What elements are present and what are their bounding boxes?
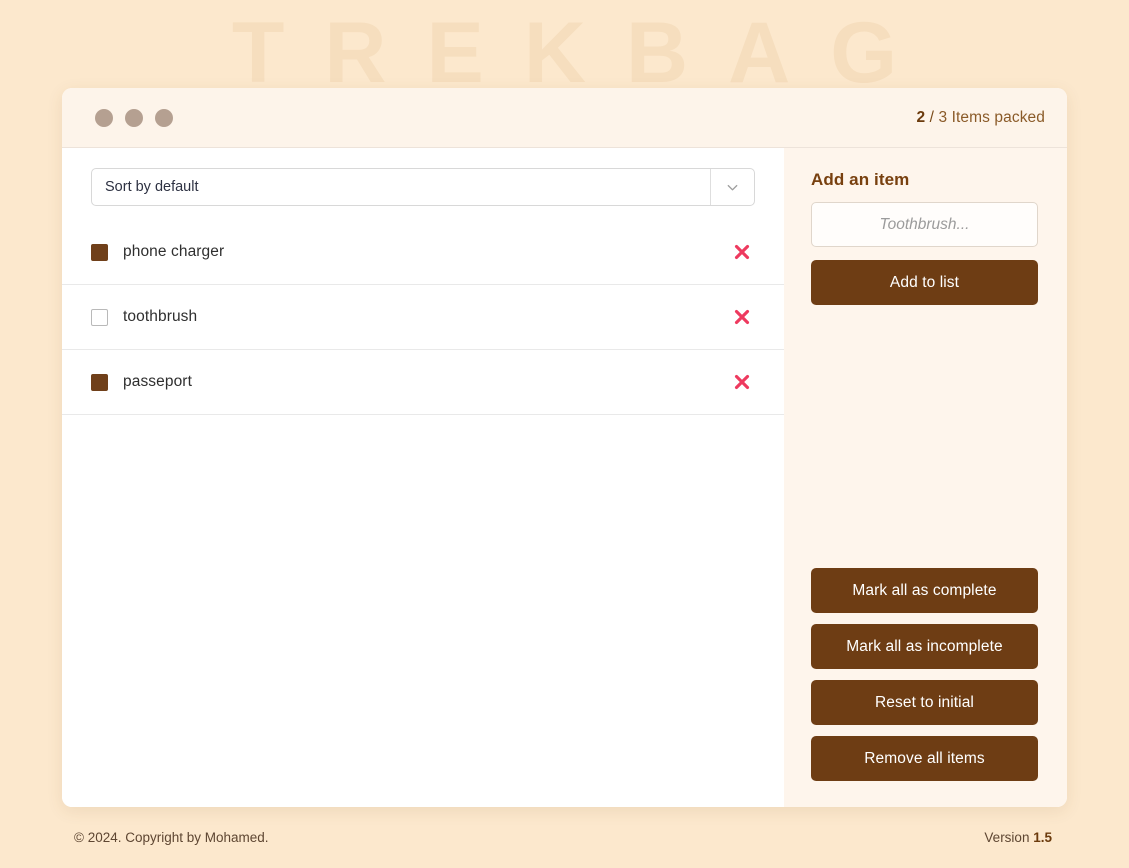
delete-item-button[interactable] <box>729 369 755 395</box>
table-row: phone charger <box>62 220 784 285</box>
total-count-label: 3 Items packed <box>938 108 1045 126</box>
packed-count: 2 <box>916 108 926 126</box>
item-checkbox[interactable] <box>91 308 108 326</box>
close-x-icon <box>734 244 750 260</box>
page-footer: © 2024. Copyright by Mohamed. Version 1.… <box>62 807 1067 868</box>
sidebar: Add an item Add to list Mark all as comp… <box>784 148 1067 807</box>
sort-select-arrow-wrap <box>710 169 754 205</box>
table-row: toothbrush <box>62 285 784 350</box>
item-toggle[interactable]: passeport <box>91 373 192 391</box>
window-controls <box>95 108 173 127</box>
window-dot-3[interactable] <box>155 108 173 127</box>
app-body: Sort by default phone charger toothbrush… <box>62 148 1067 807</box>
add-to-list-button[interactable]: Add to list <box>811 260 1038 305</box>
mark-all-incomplete-button[interactable]: Mark all as incomplete <box>811 624 1038 669</box>
version-label: Version <box>984 830 1030 845</box>
copyright-text: © 2024. Copyright by Mohamed. <box>74 830 269 845</box>
sort-select-value: Sort by default <box>105 179 199 195</box>
window-dot-2[interactable] <box>125 108 143 127</box>
delete-item-button[interactable] <box>729 239 755 265</box>
mark-all-complete-button[interactable]: Mark all as complete <box>811 568 1038 613</box>
add-item-input[interactable] <box>811 202 1038 247</box>
packed-counter: 2 / 3 Items packed <box>916 109 1045 127</box>
item-label: passeport <box>123 373 192 390</box>
app-window: 2 / 3 Items packed Sort by default phone… <box>62 88 1067 807</box>
item-toggle[interactable]: phone charger <box>91 243 224 261</box>
table-row: passeport <box>62 350 784 415</box>
close-x-icon <box>734 374 750 390</box>
item-toggle[interactable]: toothbrush <box>91 308 197 326</box>
remove-all-items-button[interactable]: Remove all items <box>811 736 1038 781</box>
counter-separator: / <box>929 108 935 126</box>
item-label: phone charger <box>123 243 225 260</box>
item-checkbox[interactable] <box>91 243 108 261</box>
bulk-actions: Mark all as complete Mark all as incompl… <box>811 568 1038 781</box>
version-text: Version 1.5 <box>984 830 1052 845</box>
item-label: toothbrush <box>123 308 198 325</box>
delete-item-button[interactable] <box>729 304 755 330</box>
watermark-text: TREKBAG <box>231 4 938 101</box>
item-list-panel: Sort by default phone charger toothbrush… <box>62 148 784 807</box>
item-list: phone charger toothbrush passeport <box>62 220 784 415</box>
sidebar-title: Add an item <box>811 170 910 189</box>
close-x-icon <box>734 309 750 325</box>
item-checkbox[interactable] <box>91 373 108 391</box>
sort-select[interactable]: Sort by default <box>91 168 755 206</box>
version-number: 1.5 <box>1033 830 1052 845</box>
chevron-down-icon <box>727 184 738 190</box>
app-header: 2 / 3 Items packed <box>62 88 1067 148</box>
sort-row: Sort by default <box>62 148 784 206</box>
reset-to-initial-button[interactable]: Reset to initial <box>811 680 1038 725</box>
window-dot-1[interactable] <box>95 108 113 127</box>
